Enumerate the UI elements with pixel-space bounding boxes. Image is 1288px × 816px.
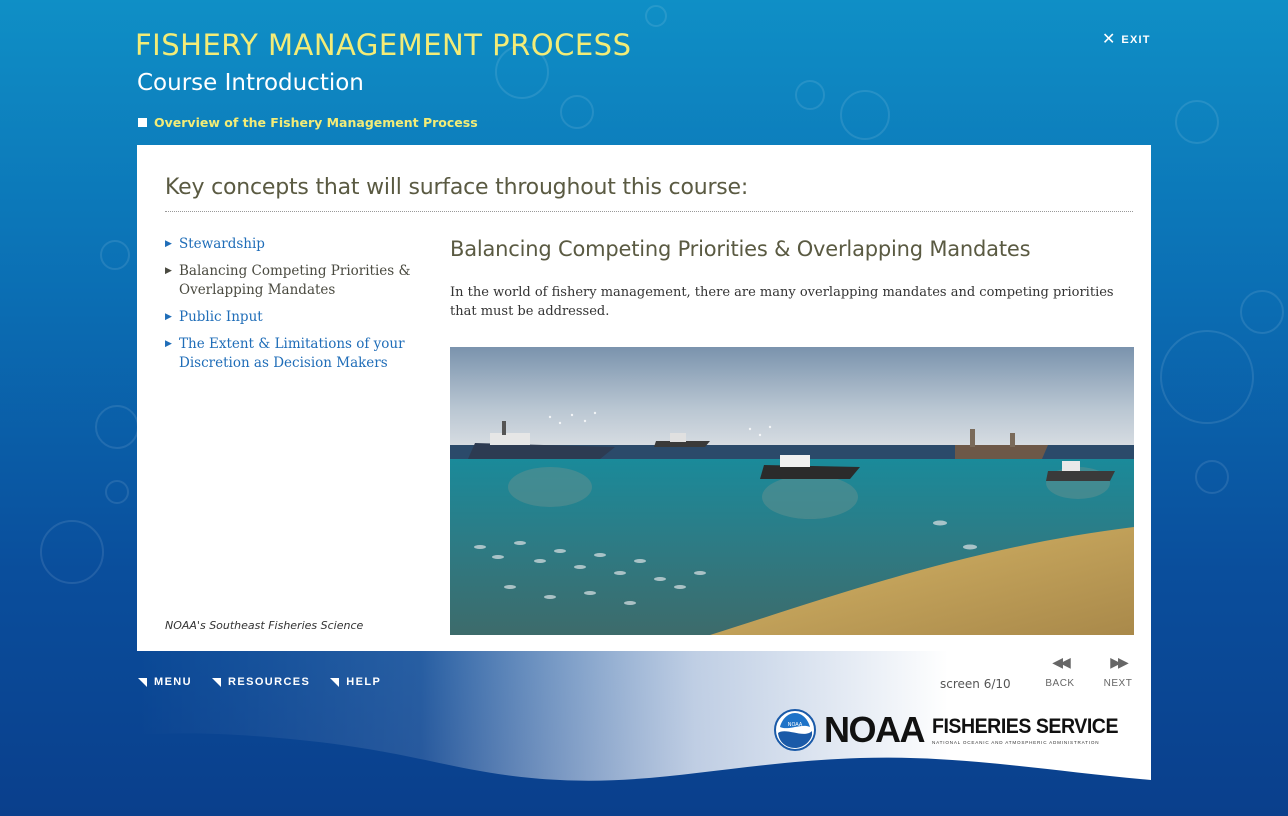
- next-button[interactable]: ▶▶ NEXT: [1093, 654, 1143, 689]
- fisheries-service-wordmark: FISHERIES SERVICE: [932, 714, 1119, 738]
- image-credit: NOAA's Southeast Fisheries Science: [165, 619, 364, 632]
- noaa-wordmark: NOAA: [824, 709, 926, 750]
- triangle-right-icon: ▶: [165, 239, 172, 249]
- double-chevron-right-icon: ▶▶: [1110, 654, 1129, 670]
- triangle-right-icon: ▶: [165, 266, 172, 276]
- resources-button[interactable]: RESOURCES: [212, 676, 310, 688]
- corner-arrow-icon: [138, 677, 147, 687]
- divider: [165, 211, 1133, 212]
- logo-text: FISHERIES SERVICE NATIONAL OCEANIC AND A…: [932, 714, 1132, 745]
- concept-link-discretion[interactable]: ▶ The Extent & Limitations of your Discr…: [165, 335, 415, 373]
- menu-button[interactable]: MENU: [138, 676, 192, 688]
- exit-label: EXIT: [1121, 34, 1151, 46]
- next-label: NEXT: [1103, 678, 1133, 689]
- corner-arrow-icon: [212, 677, 221, 687]
- triangle-right-icon: ▶: [165, 339, 172, 349]
- section-body: In the world of fishery management, ther…: [450, 285, 1114, 319]
- agency-subtitle: NATIONAL OCEANIC AND ATMOSPHERIC ADMINIS…: [932, 739, 1100, 745]
- help-button[interactable]: HELP: [330, 676, 381, 688]
- help-label: HELP: [346, 676, 382, 688]
- back-button[interactable]: ◀◀ BACK: [1035, 654, 1085, 689]
- breadcrumb[interactable]: Overview of the Fishery Management Proce…: [138, 115, 478, 130]
- double-chevron-left-icon: ◀◀: [1052, 654, 1071, 670]
- resources-label: RESOURCES: [228, 676, 311, 688]
- noaa-fisheries-logo: NOAA NOAA FISHERIES SERVICE NATIONAL OCE…: [774, 709, 1132, 751]
- fishing-fleet-illustration: [450, 347, 1134, 635]
- concept-label: The Extent & Limitations of your Discret…: [179, 336, 405, 371]
- section-title: Balancing Competing Priorities & Overlap…: [450, 237, 1031, 261]
- breadcrumb-label: Overview of the Fishery Management Proce…: [154, 115, 478, 130]
- close-icon: ✕: [1102, 31, 1116, 48]
- screen-counter: screen 6/10: [940, 677, 1011, 691]
- back-label: BACK: [1045, 678, 1075, 689]
- page-subtitle: Course Introduction: [137, 70, 364, 96]
- exit-button[interactable]: ✕ EXIT: [1102, 32, 1151, 48]
- footer-nav: MENU RESOURCES HELP: [138, 676, 381, 688]
- corner-arrow-icon: [330, 677, 340, 687]
- concepts-heading: Key concepts that will surface throughou…: [165, 175, 749, 200]
- menu-label: MENU: [154, 676, 192, 688]
- concept-label: Stewardship: [179, 236, 265, 252]
- concepts-list: ▶ Stewardship ▶ Balancing Competing Prio…: [165, 235, 415, 381]
- noaa-emblem-icon: NOAA: [774, 709, 816, 751]
- concept-label: Public Input: [179, 309, 263, 325]
- app-title: FISHERY MANAGEMENT PROCESS: [135, 28, 632, 62]
- square-bullet-icon: [138, 118, 147, 127]
- concept-link-public-input[interactable]: ▶ Public Input: [165, 308, 415, 327]
- concept-link-stewardship[interactable]: ▶ Stewardship: [165, 235, 415, 254]
- concept-label: Balancing Competing Priorities & Overlap…: [179, 263, 411, 298]
- noaa-emblem-label: NOAA: [788, 722, 803, 728]
- content-panel: Key concepts that will surface throughou…: [137, 145, 1151, 651]
- triangle-right-icon: ▶: [165, 312, 172, 322]
- concept-link-balancing-priorities[interactable]: ▶ Balancing Competing Priorities & Overl…: [165, 262, 415, 300]
